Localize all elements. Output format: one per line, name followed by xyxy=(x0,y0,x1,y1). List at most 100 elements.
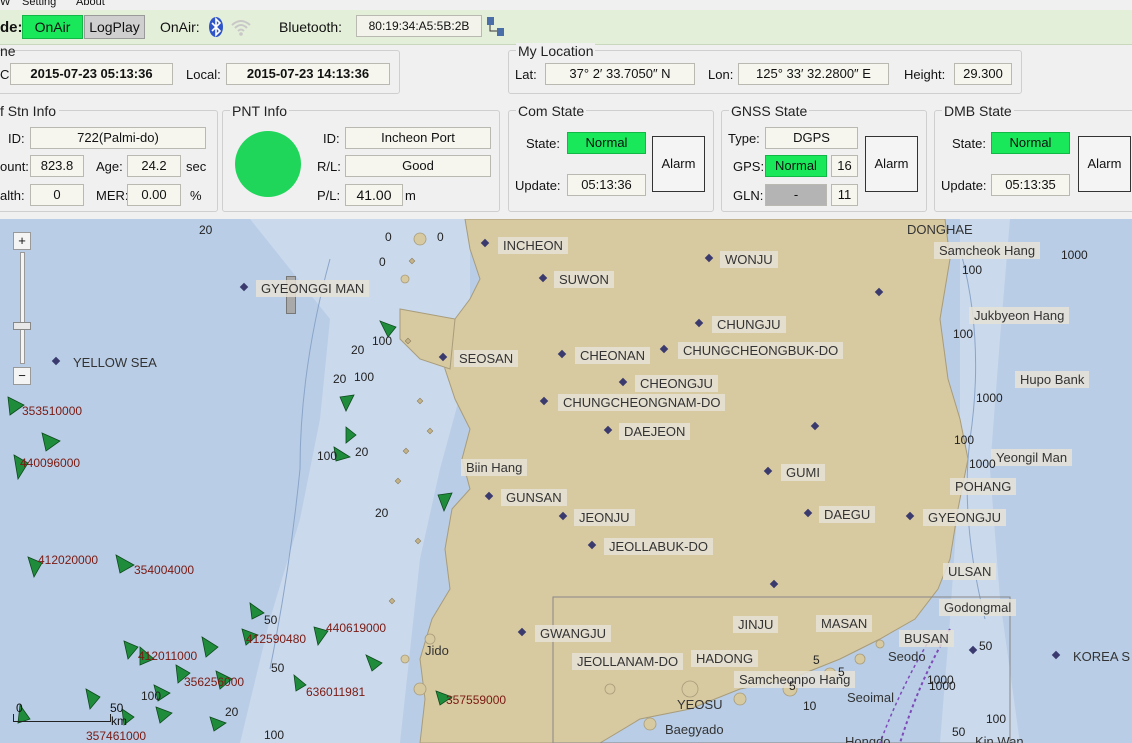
stn-id-field: 722(Palmi-do) xyxy=(30,127,206,149)
stn-id-label: ID: xyxy=(8,131,25,146)
logplay-button[interactable]: LogPlay xyxy=(84,15,145,39)
vessel-icon xyxy=(209,716,227,732)
depth-sounding: 50 xyxy=(264,613,278,627)
com-state-field: Normal xyxy=(567,132,646,154)
vessel-icon xyxy=(41,432,61,452)
gnss-gps-field: Normal xyxy=(765,155,827,177)
pnt-pl-field: 41.00 xyxy=(345,184,403,206)
target-id-label[interactable]: 412020000 xyxy=(38,553,98,567)
vessel-icon xyxy=(115,554,135,574)
target-id-label[interactable]: 353510000 xyxy=(22,404,82,418)
stn-count-field: 823.8 xyxy=(30,155,84,177)
height-label: Height: xyxy=(904,67,946,82)
depth-sounding: 10 xyxy=(803,699,817,713)
scale-unit-label: km xyxy=(111,714,127,728)
dmb-state-field: Normal xyxy=(991,132,1070,154)
target-id-label[interactable]: 356256000 xyxy=(184,675,244,689)
dmb-update-field: 05:13:35 xyxy=(991,174,1070,196)
com-alarm-button[interactable]: Alarm xyxy=(652,136,705,192)
gnss-type-label: Type: xyxy=(728,131,760,146)
depth-sounding: 20 xyxy=(199,223,213,237)
depth-sounding: 100 xyxy=(141,689,162,703)
target-id-label[interactable]: 412011000 xyxy=(138,649,197,663)
depth-sounding: 20 xyxy=(333,372,347,386)
scale-zero-label: 0 xyxy=(16,701,23,715)
depth-sounding: 20 xyxy=(225,705,239,719)
lat-label: Lat: xyxy=(515,67,537,82)
toolbar: de: OnAir LogPlay OnAir: Bluetooth: 80:1… xyxy=(0,10,1132,45)
target-id-label[interactable]: 440619000 xyxy=(326,621,386,635)
gnss-state-title: GNSS State xyxy=(729,103,810,119)
menu-item-about[interactable]: About xyxy=(76,0,105,8)
depth-sounding: 5 xyxy=(789,679,796,693)
depth-sounding: 50 xyxy=(271,661,285,675)
depth-sounding: 100 xyxy=(954,433,975,447)
gnss-alarm-button[interactable]: Alarm xyxy=(865,136,918,192)
pnt-pl-label: P/L: xyxy=(317,188,341,203)
vessel-icon xyxy=(365,654,383,672)
pnt-status-indicator xyxy=(235,131,301,197)
menu-item-setting[interactable]: Setting xyxy=(22,0,56,8)
depth-sounding: 100 xyxy=(953,327,974,341)
pnt-rl-field: Good xyxy=(345,155,491,177)
menu-bar: W Setting About xyxy=(0,0,1132,10)
stn-mer-label: MER: xyxy=(96,188,129,203)
stn-health-field: 0 xyxy=(30,184,84,206)
depth-sounding: 1000 xyxy=(1061,248,1088,262)
connect-icon[interactable] xyxy=(486,16,506,38)
menu-item-view[interactable]: W xyxy=(0,0,10,8)
target-id-label[interactable]: 412590480 xyxy=(246,632,306,646)
target-id-label[interactable]: 354004000 xyxy=(134,563,194,577)
stn-info-title: f Stn Info xyxy=(0,103,60,119)
depth-sounding: 1000 xyxy=(969,457,996,471)
onair-status-label: OnAir: xyxy=(160,19,200,35)
scale-fifty-label: 50 xyxy=(110,701,124,715)
gnss-gps-count: 16 xyxy=(831,155,858,177)
location-title: My Location xyxy=(516,43,596,59)
stn-age-field: 24.2 xyxy=(127,155,181,177)
gnss-gln-count: 11 xyxy=(831,184,858,206)
depth-sounding: 50 xyxy=(952,725,966,739)
depth-sounding: 100 xyxy=(354,370,375,384)
time-title: ne xyxy=(0,43,16,59)
com-update-field: 05:13:36 xyxy=(567,174,646,196)
nautical-chart-map[interactable]: + − INCHEON SUWON WONJU GYEONGGI MAN CHU… xyxy=(0,219,1132,743)
depth-sounding: 0 xyxy=(379,255,386,269)
dmb-update-label: Update: xyxy=(941,178,987,193)
depth-sounding: 100 xyxy=(962,263,983,277)
gnss-type-field: DGPS xyxy=(765,127,858,149)
stn-mer-field: 0.00 xyxy=(127,184,181,206)
stn-health-label: alth: xyxy=(0,188,25,203)
target-id-label[interactable]: 636011981 xyxy=(306,685,365,699)
depth-sounding: 20 xyxy=(355,445,369,459)
vessel-icon xyxy=(85,688,101,710)
com-state-label: State: xyxy=(526,136,560,151)
pnt-info-title: PNT Info xyxy=(230,103,289,119)
depth-sounding: 100 xyxy=(986,712,1007,726)
target-id-label[interactable]: 357461000 xyxy=(86,729,146,743)
scale-bar xyxy=(13,714,111,722)
local-label: Local: xyxy=(186,67,221,82)
pnt-pl-unit: m xyxy=(405,188,416,203)
vessel-icon xyxy=(345,426,357,444)
pnt-rl-label: R/L: xyxy=(317,159,341,174)
vessel-icon xyxy=(339,394,355,412)
bluetooth-address-field[interactable]: 80:19:34:A5:5B:2B xyxy=(356,15,482,37)
com-state-title: Com State xyxy=(516,103,587,119)
vessel-icon xyxy=(201,636,219,658)
onair-button[interactable]: OnAir xyxy=(22,15,83,39)
gnss-gln-label: GLN: xyxy=(733,188,764,203)
com-update-label: Update: xyxy=(515,178,561,193)
stn-age-label: Age: xyxy=(96,159,123,174)
depth-sounding: 5 xyxy=(838,665,845,679)
local-time-field: 2015-07-23 14:13:36 xyxy=(226,63,390,85)
gnss-gps-label: GPS: xyxy=(733,159,765,174)
target-id-label[interactable]: 440096000 xyxy=(20,456,80,470)
vessel-icon xyxy=(155,706,173,724)
gnss-gln-field: - xyxy=(765,184,827,206)
depth-sounding: 20 xyxy=(375,506,389,520)
height-field: 29.300 xyxy=(954,63,1012,85)
mode-label: de: xyxy=(0,19,23,36)
dmb-alarm-button[interactable]: Alarm xyxy=(1078,136,1131,192)
target-id-label[interactable]: 357559000 xyxy=(446,693,506,707)
